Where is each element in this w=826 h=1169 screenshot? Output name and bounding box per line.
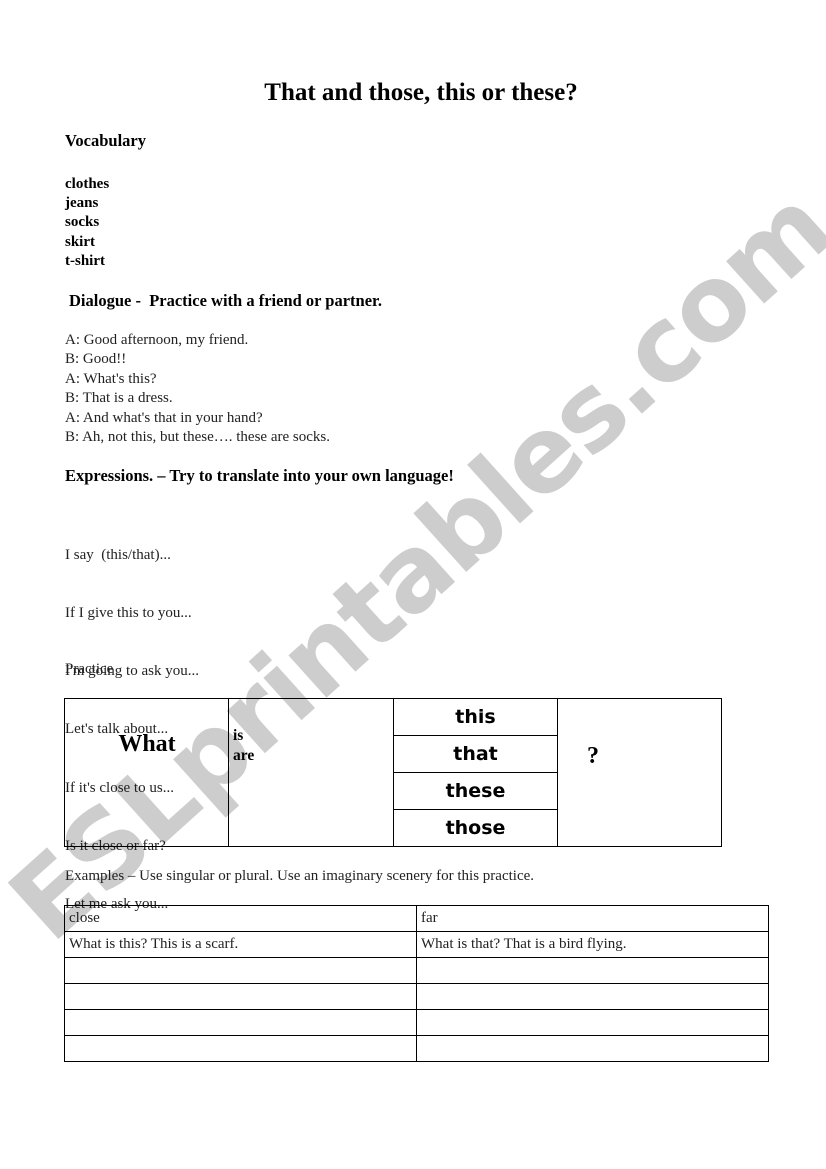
- examples-table: close far What is this? This is a scarf.…: [64, 905, 769, 1062]
- pronoun-those: those: [445, 817, 506, 839]
- question-word: What: [118, 731, 176, 757]
- cell-far[interactable]: [416, 983, 769, 1010]
- practice-table: What is are this that these those ?: [64, 698, 722, 847]
- verb-cell: is are: [229, 699, 394, 846]
- cell-close[interactable]: [64, 1009, 417, 1036]
- dialogue-line: A: What's this?: [65, 370, 157, 387]
- vocabulary-item: jeans: [65, 195, 99, 212]
- dialogue-heading: Dialogue - Practice with a friend or par…: [69, 291, 382, 310]
- dialogue-line: A: Good afternoon, my friend.: [65, 332, 249, 348]
- cell-far[interactable]: What is that? That is a bird flying.: [416, 931, 769, 958]
- table-row: [64, 957, 769, 984]
- cell-close[interactable]: [64, 983, 417, 1010]
- cell-far[interactable]: [416, 1035, 769, 1062]
- cell-close[interactable]: [64, 957, 417, 984]
- vocabulary-item: t-shirt: [65, 252, 105, 269]
- table-row: What is this? This is a scarf. What is t…: [64, 931, 769, 958]
- dialogue-line: B: Good!!: [65, 351, 127, 368]
- table-row: [64, 1009, 769, 1036]
- table-header-row: close far: [64, 905, 769, 932]
- pronoun-this: this: [394, 699, 557, 736]
- pronoun-cell: this that these those: [394, 699, 558, 846]
- verb-is: is: [233, 727, 244, 744]
- expressions-heading: Expressions. – Try to translate into you…: [65, 466, 454, 485]
- question-word-cell: What: [65, 699, 229, 846]
- dialogue-line: B: That is a dress.: [65, 390, 173, 407]
- question-mark: ?: [587, 743, 599, 769]
- page-title: That and those, this or these?: [264, 79, 578, 106]
- expression-line: If I give this to you...: [65, 605, 192, 622]
- vocabulary-item: clothes: [65, 176, 110, 192]
- cell-close[interactable]: [64, 1035, 417, 1062]
- dialogue-line: B: Ah, not this, but these…. these are s…: [65, 428, 330, 445]
- table-row: [64, 1035, 769, 1062]
- expression-line: I say (this/that)...: [65, 546, 171, 563]
- verb-are: are: [233, 747, 255, 764]
- dialogue-line: A: And what's that in your hand?: [65, 409, 263, 426]
- cell-close[interactable]: What is this? This is a scarf.: [64, 931, 417, 958]
- dialogue-lines: A: Good afternoon, my friend. B: Good!! …: [65, 331, 330, 447]
- examples-instruction: Examples – Use singular or plural. Use a…: [65, 868, 535, 884]
- vocabulary-item: skirt: [65, 233, 95, 250]
- pronoun-these: these: [394, 773, 557, 810]
- practice-label: Practice: [65, 661, 114, 677]
- vocabulary-item: socks: [65, 214, 100, 231]
- cell-far[interactable]: [416, 957, 769, 984]
- header-close: close: [64, 905, 417, 932]
- pronoun-that: that: [394, 736, 557, 773]
- cell-far[interactable]: [416, 1009, 769, 1036]
- end-mark-cell: ?: [558, 699, 721, 846]
- table-row: [64, 983, 769, 1010]
- vocabulary-heading: Vocabulary: [65, 131, 146, 150]
- header-far: far: [416, 905, 769, 932]
- vocabulary-list: clothes jeans socks skirt t-shirt: [65, 175, 109, 271]
- worksheet-page: ESLprintables.com That and those, this o…: [0, 0, 826, 1169]
